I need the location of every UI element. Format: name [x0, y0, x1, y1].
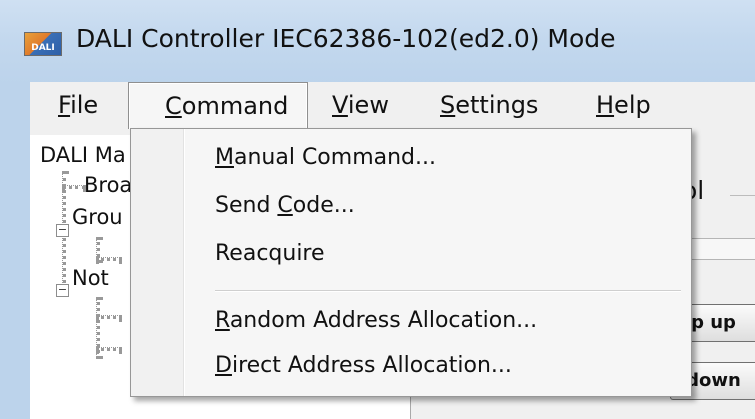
menu-file-mnemonic: F	[58, 91, 71, 119]
tree-node-not-assigned[interactable]: Not	[72, 266, 109, 290]
menu-item-text: ode...	[292, 193, 355, 218]
menu-view[interactable]: View	[332, 82, 402, 130]
menu-settings-mnemonic: S	[440, 91, 456, 119]
menu-icon-gutter	[131, 129, 185, 396]
menu-help-mnemonic: H	[596, 91, 615, 119]
menu-item-text: Send	[215, 193, 278, 218]
panel-field[interactable]	[690, 238, 755, 260]
menu-view-label: iew	[347, 91, 389, 119]
collapse-icon[interactable]: −	[56, 224, 69, 237]
window-title: DALI Controller IEC62386-102(ed2.0) Mode	[76, 24, 616, 53]
tree-connector	[96, 315, 122, 319]
tree-connector	[96, 347, 122, 351]
menu-help-label: elp	[614, 91, 651, 119]
menu-item-text: Reacquire	[215, 241, 325, 266]
menu-command-label: ommand	[181, 92, 289, 120]
menu-item-send-code[interactable]: Send Code...	[185, 186, 685, 226]
menu-item-mnemonic: C	[277, 193, 293, 218]
menu-item-mnemonic: R	[215, 308, 230, 333]
group-box-border	[730, 195, 755, 196]
menu-item-manual-command[interactable]: Manual Command...	[185, 138, 685, 178]
menu-help[interactable]: Help	[596, 82, 666, 130]
menu-item-random-address-allocation[interactable]: Random Address Allocation...	[185, 301, 685, 341]
menu-command-mnemonic: C	[165, 92, 182, 120]
app-window: DALI DALI Controller IEC62386-102(ed2.0)…	[0, 0, 755, 419]
menu-file[interactable]: File	[58, 82, 112, 130]
tree-connector	[62, 185, 86, 189]
dali-app-icon: DALI	[24, 32, 62, 56]
tree-node-group[interactable]: Grou	[72, 205, 123, 229]
menu-item-mnemonic: M	[215, 145, 234, 170]
menu-settings-label: ettings	[455, 91, 539, 119]
menu-item-text: anual Command...	[233, 145, 436, 170]
menu-file-label: ile	[70, 91, 99, 119]
menu-bar: File Command View Settings Help	[30, 82, 755, 130]
menu-item-text: andom Address Allocation...	[229, 308, 538, 333]
tree-node-broadcast[interactable]: Broa	[84, 173, 132, 197]
menu-separator	[215, 290, 681, 292]
menu-item-mnemonic: D	[215, 353, 232, 378]
menu-command[interactable]: Command	[128, 82, 308, 129]
menu-item-reacquire[interactable]: Reacquire	[185, 234, 685, 274]
menu-item-direct-address-allocation[interactable]: Direct Address Allocation...	[185, 346, 685, 386]
command-menu-dropdown: Manual Command... Send Code... Reacquire…	[130, 128, 692, 397]
collapse-icon[interactable]: −	[56, 284, 69, 297]
tree-connector	[96, 257, 122, 261]
menu-view-mnemonic: V	[332, 91, 348, 119]
menu-settings[interactable]: Settings	[440, 82, 560, 130]
title-bar[interactable]: DALI DALI Controller IEC62386-102(ed2.0)…	[0, 0, 755, 82]
tree-node-root[interactable]: DALI Ma	[40, 143, 126, 167]
menu-item-text: irect Address Allocation...	[231, 353, 512, 378]
